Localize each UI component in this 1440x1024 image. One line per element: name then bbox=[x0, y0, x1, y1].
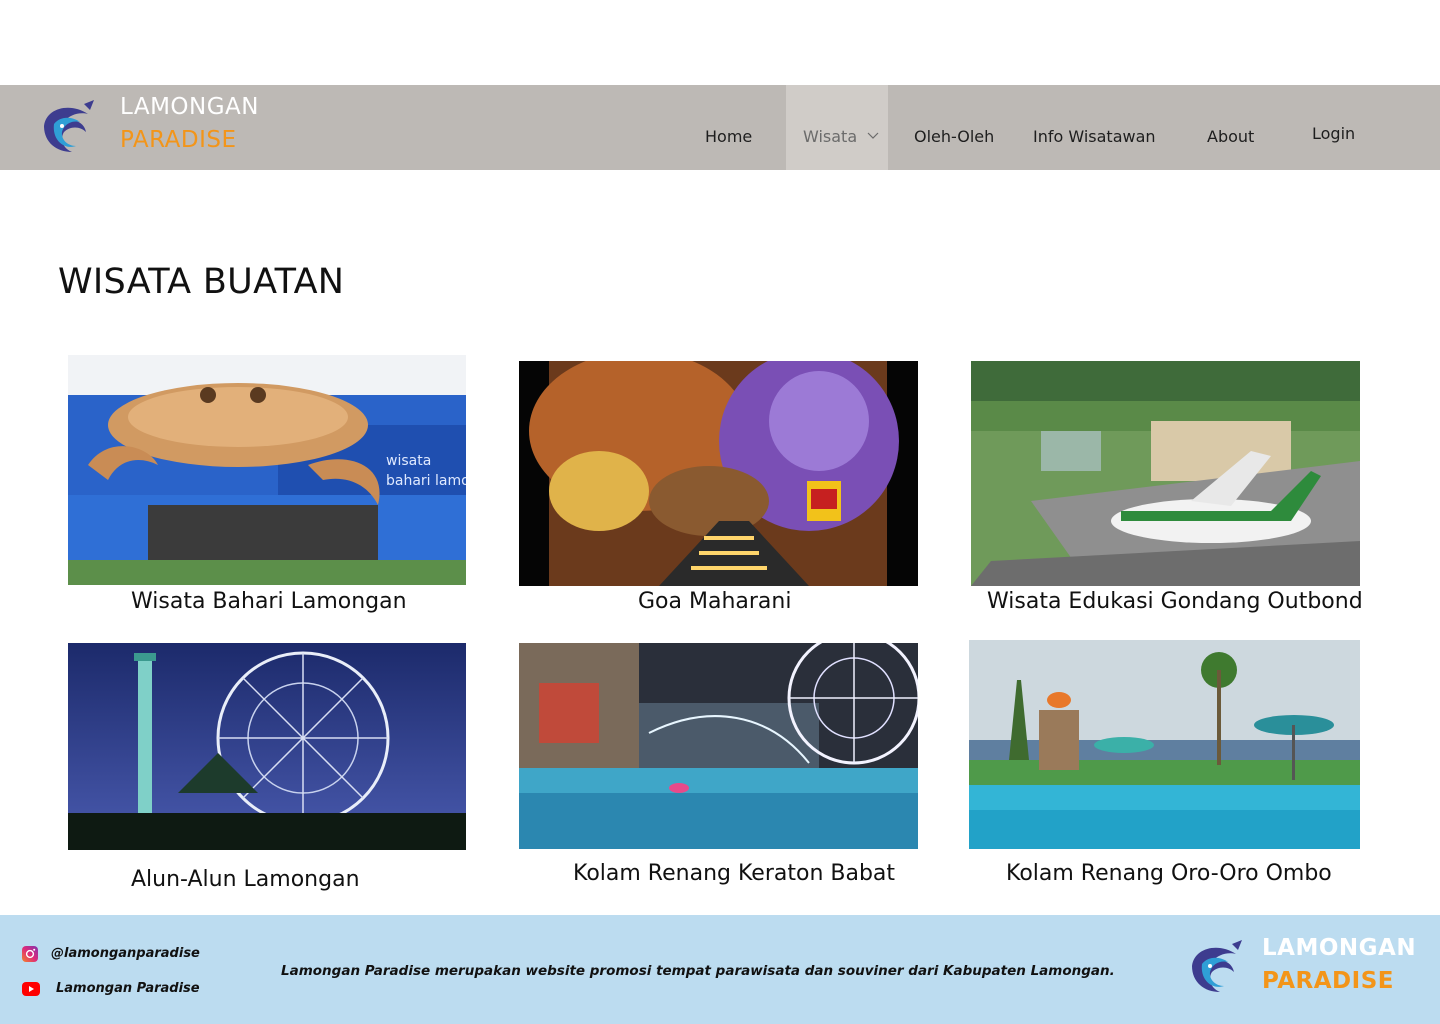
nav-about[interactable]: About bbox=[1207, 127, 1254, 146]
card-image-alun-alun[interactable] bbox=[68, 643, 466, 850]
footer-brand-line2: PARADISE bbox=[1262, 968, 1394, 994]
card-caption-alun-alun[interactable]: Alun-Alun Lamongan bbox=[131, 867, 360, 892]
nav-home[interactable]: Home bbox=[705, 127, 752, 146]
chevron-down-icon[interactable] bbox=[866, 127, 880, 143]
card-caption-keraton-babat[interactable]: Kolam Renang Keraton Babat bbox=[573, 861, 895, 886]
card-image-wisata-bahari[interactable]: wisata bahari lamong bbox=[68, 355, 466, 585]
card-image-gondang-outbond[interactable] bbox=[971, 361, 1360, 586]
login-button[interactable]: Login bbox=[1312, 124, 1355, 143]
card-caption-wisata-bahari[interactable]: Wisata Bahari Lamongan bbox=[131, 589, 407, 614]
youtube-icon[interactable] bbox=[22, 982, 40, 996]
footer-brand-line1: LAMONGAN bbox=[1262, 935, 1417, 961]
card-image-oro-oro-ombo[interactable] bbox=[969, 640, 1360, 849]
instagram-icon[interactable] bbox=[22, 946, 38, 962]
card-image-keraton-babat[interactable] bbox=[519, 643, 918, 849]
nav-wisata[interactable]: Wisata bbox=[803, 127, 857, 146]
footer-description: Lamongan Paradise merupakan website prom… bbox=[281, 963, 1115, 979]
svg-text:wisata: wisata bbox=[386, 453, 431, 469]
brand-name-line1: LAMONGAN bbox=[120, 94, 259, 120]
nav-info-wisatawan[interactable]: Info Wisatawan bbox=[1033, 127, 1156, 146]
card-caption-gondang-outbond[interactable]: Wisata Edukasi Gondang Outbond bbox=[987, 589, 1363, 614]
brand-name-line2: PARADISE bbox=[120, 127, 237, 153]
page-title: WISATA BUATAN bbox=[58, 262, 345, 302]
card-caption-oro-oro-ombo[interactable]: Kolam Renang Oro-Oro Ombo bbox=[1006, 861, 1332, 886]
dolphin-logo-icon[interactable] bbox=[40, 96, 100, 156]
dolphin-logo-icon[interactable] bbox=[1188, 936, 1248, 996]
nav-oleh-oleh[interactable]: Oleh-Oleh bbox=[914, 127, 994, 146]
svg-text:bahari lamong: bahari lamong bbox=[386, 473, 466, 489]
card-image-goa-maharani[interactable] bbox=[519, 361, 918, 586]
instagram-handle[interactable]: @lamonganparadise bbox=[51, 946, 200, 961]
youtube-channel[interactable]: Lamongan Paradise bbox=[56, 981, 200, 996]
card-caption-goa-maharani[interactable]: Goa Maharani bbox=[638, 589, 791, 614]
